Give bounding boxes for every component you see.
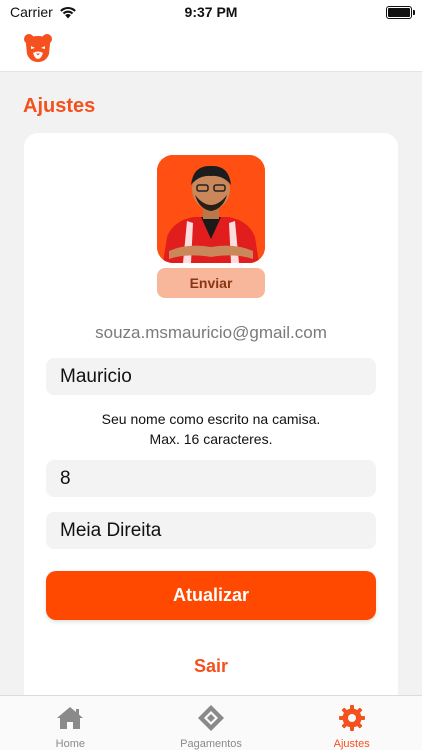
email-label: souza.msmauricio@gmail.com <box>95 323 327 342</box>
position-field[interactable]: Meia Direita <box>46 512 376 549</box>
avatar[interactable] <box>157 155 265 263</box>
avatar-photo <box>157 155 265 263</box>
name-hint-line2: Max. 16 caracteres. <box>149 431 273 447</box>
carrier-label: Carrier <box>10 4 53 20</box>
tab-home[interactable]: Home <box>0 696 141 750</box>
tab-payments[interactable]: Pagamentos <box>141 696 282 750</box>
tab-settings-label: Ajustes <box>333 738 370 750</box>
update-button[interactable]: Atualizar <box>46 571 376 620</box>
app-header <box>0 24 422 72</box>
battery-fill <box>388 7 410 17</box>
name-hint: Seu nome como escrito na camisa. Max. 16… <box>24 409 398 449</box>
gear-icon <box>338 705 365 731</box>
name-hint-line1: Seu nome como escrito na camisa. <box>101 411 321 427</box>
wifi-icon <box>59 6 76 18</box>
status-left: Carrier <box>10 4 77 20</box>
status-bar: Carrier 9:37 PM <box>0 0 422 24</box>
name-field[interactable]: Mauricio <box>46 358 376 395</box>
tab-settings[interactable]: Ajustes <box>281 696 422 750</box>
tab-payments-label: Pagamentos <box>180 738 242 750</box>
battery-icon <box>386 5 415 19</box>
payments-icon <box>198 705 224 731</box>
logout-button[interactable]: Sair <box>24 656 398 677</box>
number-field[interactable]: 8 <box>46 460 376 497</box>
home-icon <box>57 707 84 729</box>
send-photo-button[interactable]: Enviar <box>157 268 265 298</box>
tab-home-label: Home <box>55 738 85 750</box>
tab-bar: Home Pagamentos Ajustes <box>0 695 422 750</box>
page-title: Ajustes <box>23 95 96 117</box>
bear-logo-icon <box>24 33 52 62</box>
settings-card: Enviar souza.msmauricio@gmail.com Mauric… <box>24 133 398 750</box>
